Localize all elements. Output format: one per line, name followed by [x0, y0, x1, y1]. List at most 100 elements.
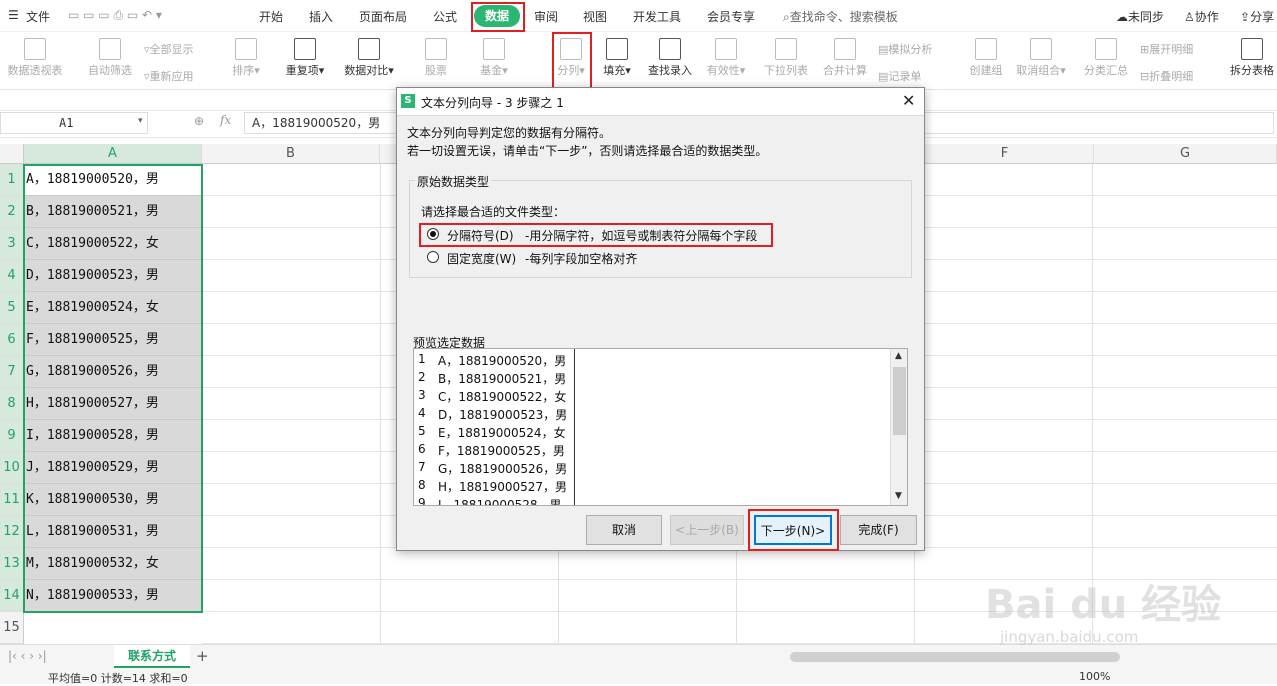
expand-detail-button[interactable]: ⊞展开明细 — [1140, 41, 1193, 57]
cloud-icon: ☁ — [1116, 10, 1128, 24]
stock-button[interactable]: 股票 — [420, 34, 452, 78]
sync-status[interactable]: ☁未同步 — [1116, 8, 1164, 25]
row-header[interactable]: 13 — [0, 548, 24, 580]
close-icon[interactable]: ✕ — [902, 91, 915, 110]
show-all-button[interactable]: ▿全部显示 — [144, 41, 194, 57]
zoom-icon[interactable]: ⊕ — [194, 114, 204, 128]
row-header[interactable]: 15 — [0, 612, 24, 644]
preview-row-number: 7 — [418, 460, 426, 474]
row-header[interactable]: 10 — [0, 452, 24, 484]
option-delimited-desc: -用分隔字符，如逗号或制表符分隔每个字段 — [525, 229, 758, 243]
simulate-analysis-button[interactable]: ▤模拟分析 — [878, 41, 932, 57]
scroll-up-icon[interactable]: ▲ — [895, 351, 902, 361]
menu-file[interactable]: 文件 — [26, 8, 50, 25]
dialog-title: 文本分列向导 - 3 步骤之 1 — [421, 96, 564, 110]
sort-button[interactable]: 排序▾ — [228, 34, 264, 78]
create-group-button[interactable]: 创建组 — [966, 34, 1006, 78]
row-header[interactable]: 9 — [0, 420, 24, 452]
row-header[interactable]: 5 — [0, 292, 24, 324]
preview-row-value: C，18819000522，女 — [438, 390, 567, 404]
option-fixed-width[interactable]: 固定宽度(W) -每列字段加空格对齐 — [427, 249, 787, 267]
col-header-b[interactable]: B — [202, 144, 380, 164]
menu-home[interactable]: 开始 — [259, 8, 283, 25]
preview-row-value: I，18819000528，男 — [438, 498, 562, 506]
dropdown-list-button[interactable]: 下拉列表 — [762, 34, 810, 78]
grid-line — [380, 164, 381, 644]
lookup-entry-button[interactable]: 查找录入 — [645, 34, 695, 78]
text-to-columns-dialog: S 文本分列向导 - 3 步骤之 1 ✕ 文本分列向导判定您的数据有分隔符。 若… — [396, 87, 925, 551]
row-header[interactable]: 7 — [0, 356, 24, 388]
preview-row-number: 5 — [418, 424, 426, 438]
fx-icon[interactable]: fx — [220, 113, 231, 127]
row-header[interactable]: 1 — [0, 164, 24, 196]
lookup-icon — [659, 38, 681, 60]
row-header[interactable]: 4 — [0, 260, 24, 292]
simulate-icon: ▤ — [878, 43, 889, 56]
menu-page-layout[interactable]: 页面布局 — [359, 8, 407, 25]
group-icon — [975, 38, 997, 60]
validity-button[interactable]: 有效性▾ — [704, 34, 748, 78]
row-header[interactable]: 2 — [0, 196, 24, 228]
group-label: 原始数据类型 — [415, 173, 492, 190]
autofilter-button[interactable]: 自动筛选 — [84, 34, 136, 78]
finish-button[interactable]: 完成(F) — [840, 515, 917, 545]
col-header-g[interactable]: G — [1094, 144, 1277, 164]
scroll-down-icon[interactable]: ▼ — [895, 491, 902, 501]
menu-icon[interactable]: ☰ — [8, 8, 19, 22]
cancel-button[interactable]: 取消 — [586, 515, 662, 545]
row-header[interactable]: 14 — [0, 580, 24, 612]
record-form-button[interactable]: ▤记录单 — [878, 68, 921, 84]
preview-scrollbar[interactable]: ▲ ▼ — [890, 349, 907, 505]
col-header-a[interactable]: A — [24, 144, 202, 164]
back-button[interactable]: <上一步(B) — [670, 515, 744, 545]
preview-row-value: A，18819000520，男 — [438, 354, 567, 368]
share-button[interactable]: ⇪分享 — [1240, 8, 1274, 25]
fill-button[interactable]: 填充▾ — [600, 34, 634, 78]
preview-box[interactable]: 1 A，18819000520，男 2 B，18819000521，男 3 C，18819… — [413, 348, 908, 506]
consolidate-button[interactable]: 合并计算 — [820, 34, 870, 78]
menu-view[interactable]: 视图 — [583, 8, 607, 25]
duplicate-button[interactable]: 重复项▾ — [282, 34, 328, 78]
row-header[interactable]: 3 — [0, 228, 24, 260]
next-button[interactable]: 下一步(N)> — [754, 515, 832, 545]
sheet-tab[interactable]: 联系方式 — [114, 645, 190, 668]
radio-delimited[interactable] — [427, 228, 439, 240]
row-header[interactable]: 8 — [0, 388, 24, 420]
split-table-button[interactable]: 拆分表格 — [1228, 34, 1276, 78]
horizontal-scrollbar[interactable] — [790, 652, 1120, 662]
collapse-detail-button[interactable]: ⊟折叠明细 — [1140, 68, 1193, 84]
menu-insert[interactable]: 插入 — [309, 8, 333, 25]
row-header[interactable]: 6 — [0, 324, 24, 356]
scroll-thumb[interactable] — [893, 367, 906, 435]
fill-down-icon — [606, 38, 628, 60]
name-box[interactable]: A1 — [0, 112, 148, 134]
menu-developer[interactable]: 开发工具 — [633, 8, 681, 25]
add-sheet-icon[interactable]: + — [196, 647, 209, 665]
collab-button[interactable]: ♙协作 — [1184, 8, 1219, 25]
menu-review[interactable]: 审阅 — [534, 8, 558, 25]
search-command[interactable]: ⌕查找命令、搜索模板 — [783, 8, 898, 25]
reapply-button[interactable]: ▿重新应用 — [144, 68, 194, 84]
row-header[interactable]: 11 — [0, 484, 24, 516]
subtotal-button[interactable]: 分类汇总 — [1082, 34, 1130, 78]
data-compare-button[interactable]: 数据对比▾ — [340, 34, 398, 78]
option-delimited[interactable]: 分隔符号(D) -用分隔字符，如逗号或制表符分隔每个字段 — [427, 226, 787, 244]
preview-row-number: 9 — [418, 496, 426, 506]
pivot-table-button[interactable]: 数据透视表 — [4, 34, 66, 78]
split-column-button[interactable]: 分列▾ — [556, 34, 586, 78]
menu-member[interactable]: 会员专享 — [707, 8, 755, 25]
sheet-nav-icons[interactable]: |‹ ‹ › ›| — [8, 649, 47, 663]
pivot-icon — [24, 38, 46, 60]
select-all-corner[interactable] — [0, 144, 24, 164]
fund-button[interactable]: 基金▾ — [478, 34, 510, 78]
col-header-f[interactable]: F — [916, 144, 1094, 164]
menu-data[interactable]: 数据 — [474, 5, 520, 27]
chevron-down-icon[interactable]: ▾ — [138, 116, 143, 126]
menu-formula[interactable]: 公式 — [433, 8, 457, 25]
quick-access-icons[interactable]: ▭ ▭ ▭ ⎙ ▭ ↶ ▾ — [68, 8, 162, 23]
radio-fixed-width[interactable] — [427, 251, 439, 263]
ungroup-button[interactable]: 取消组合▾ — [1014, 34, 1068, 78]
row-header[interactable]: 12 — [0, 516, 24, 548]
zoom-level[interactable]: 100% — [1079, 670, 1110, 683]
expand-icon: ⊞ — [1140, 43, 1150, 56]
